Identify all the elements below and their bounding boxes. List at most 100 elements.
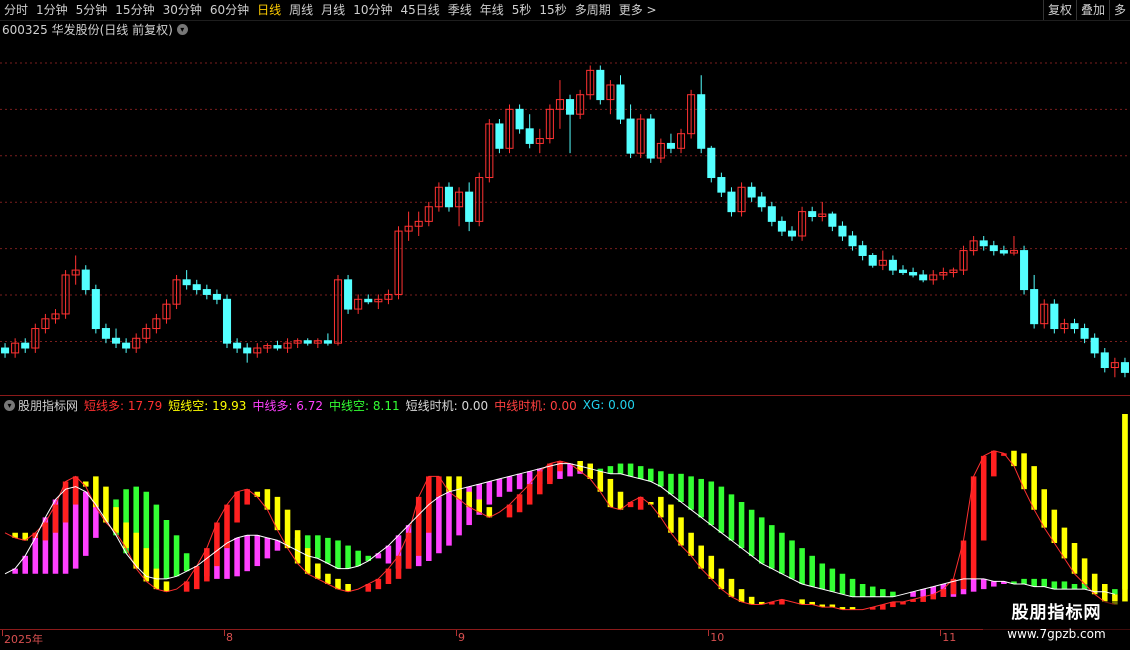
- candle-body: [828, 213, 837, 227]
- candle-body: [192, 284, 201, 291]
- indicator-value-4: 短线时机: 0.00: [405, 398, 489, 413]
- tab-12[interactable]: 年线: [476, 0, 508, 20]
- candle-body: [808, 211, 817, 217]
- candle-body: [909, 272, 918, 276]
- candle-body: [898, 269, 908, 274]
- candle-body: [919, 274, 928, 281]
- axis-tick: [708, 630, 710, 636]
- axis-label: 11: [942, 631, 957, 644]
- tab-14[interactable]: 15秒: [535, 0, 570, 20]
- chart-title: 600325 华发股份(日线 前复权): [2, 22, 173, 37]
- axis-tick: [940, 630, 942, 636]
- tab-1[interactable]: 1分钟: [32, 0, 72, 20]
- candle-body: [1070, 323, 1079, 330]
- candle-body: [858, 245, 867, 256]
- candle-body: [1030, 289, 1039, 325]
- candle-body: [1050, 303, 1059, 330]
- candle-body: [596, 69, 605, 101]
- candle-body: [303, 340, 312, 344]
- chevron-down-icon[interactable]: ▾: [4, 399, 15, 411]
- candle-body: [344, 279, 353, 310]
- axis-label: 2025年: [4, 633, 43, 646]
- tab-8[interactable]: 月线: [317, 0, 349, 20]
- candle-body: [999, 250, 1008, 254]
- candle-body: [838, 225, 847, 237]
- candle-body: [888, 259, 897, 271]
- period-toolbar: 分时 1分钟 5分钟 15分钟 30分钟 60分钟 日线 周线 月线 10分钟 45日线 季线 年线 5秒…: [0, 0, 1130, 21]
- indicator-value-1: 短线空: 19.93: [168, 398, 247, 413]
- indicator-chart[interactable]: [0, 414, 1130, 629]
- candle-body: [566, 99, 575, 115]
- candle-body: [666, 142, 675, 149]
- candle-body: [707, 147, 716, 179]
- candle-body: [1020, 250, 1029, 291]
- tab-7[interactable]: 周线: [285, 0, 317, 20]
- axis-tick: [456, 630, 458, 636]
- price-chart[interactable]: [0, 38, 1130, 395]
- indicator-value-6: XG: 0.00: [582, 398, 635, 412]
- tab-5[interactable]: 60分钟: [206, 0, 253, 20]
- tab-9[interactable]: 10分钟: [349, 0, 396, 20]
- toolbar-button-0[interactable]: 复权: [1042, 0, 1076, 20]
- axis-label: 8: [225, 631, 233, 644]
- candle-body: [979, 240, 988, 247]
- candle-body: [616, 84, 625, 120]
- candle-body: [81, 269, 90, 291]
- candle-body: [515, 108, 524, 130]
- chevron-down-icon[interactable]: ▾: [176, 23, 188, 35]
- candle-body: [495, 123, 504, 149]
- candle-body: [122, 342, 131, 349]
- watermark: 股朋指标网 www.7gpzb.com: [983, 601, 1130, 650]
- toolbar-button-1[interactable]: 叠加: [1075, 0, 1109, 20]
- tab-3[interactable]: 15分钟: [111, 0, 158, 20]
- candle-body: [777, 220, 786, 232]
- candle-body: [747, 186, 756, 198]
- candle-body: [1100, 352, 1109, 369]
- candle-body: [1, 347, 10, 354]
- tab-6[interactable]: 日线: [253, 0, 285, 20]
- candle-body: [21, 342, 30, 349]
- candle-body: [202, 289, 211, 295]
- chart-title-bar: 600325 华发股份(日线 前复权) ▾: [2, 20, 188, 38]
- indicator-header: ▾ 股朋指标网 短线多: 17.79 短线空: 19.93 中线多: 6.72 中线空…: [2, 397, 641, 413]
- candle-body: [989, 245, 998, 252]
- axis-label: 9: [458, 631, 466, 644]
- tab-15[interactable]: 多周期: [571, 0, 615, 20]
- candle-body: [646, 118, 655, 159]
- candle-body: [91, 289, 100, 330]
- candle-body: [323, 340, 332, 344]
- tab-2[interactable]: 5分钟: [72, 0, 112, 20]
- candle-body: [525, 128, 534, 144]
- candle-body: [1090, 337, 1099, 354]
- candle-body: [697, 94, 706, 149]
- candle-body: [111, 337, 121, 344]
- toolbar-right: 复权 叠加多: [1042, 0, 1130, 20]
- candle-body: [848, 235, 857, 247]
- time-axis: 2025年 8 9 10 11: [0, 630, 1130, 648]
- toolbar-button-2[interactable]: 多: [1108, 0, 1130, 20]
- candle-body: [787, 230, 797, 237]
- candle-body: [757, 196, 766, 208]
- candle-body: [273, 345, 282, 349]
- candle-body: [444, 186, 454, 208]
- tab-11[interactable]: 季线: [444, 0, 476, 20]
- indicator-value-3: 中线空: 8.11: [329, 398, 400, 413]
- indicator-name[interactable]: 股朋指标网: [18, 397, 78, 414]
- candle-body: [222, 298, 232, 344]
- candle-body: [233, 342, 242, 349]
- candle-body: [212, 293, 221, 300]
- tab-10[interactable]: 45日线: [396, 0, 443, 20]
- tab-16[interactable]: 更多 >: [615, 0, 661, 20]
- tab-4[interactable]: 30分钟: [159, 0, 206, 20]
- candle-body: [626, 118, 635, 154]
- axis-tick: [223, 630, 225, 636]
- candle-body: [1080, 328, 1089, 339]
- watermark-url: www.7gpzb.com: [1007, 627, 1106, 641]
- axis-label: 10: [710, 631, 725, 644]
- candle-body: [1120, 362, 1129, 373]
- tab-0[interactable]: 分时: [0, 0, 32, 20]
- candle-body: [243, 347, 252, 354]
- indicator-value-5: 中线时机: 0.00: [494, 398, 577, 413]
- tab-13[interactable]: 5秒: [508, 0, 536, 20]
- candle-body: [465, 191, 474, 222]
